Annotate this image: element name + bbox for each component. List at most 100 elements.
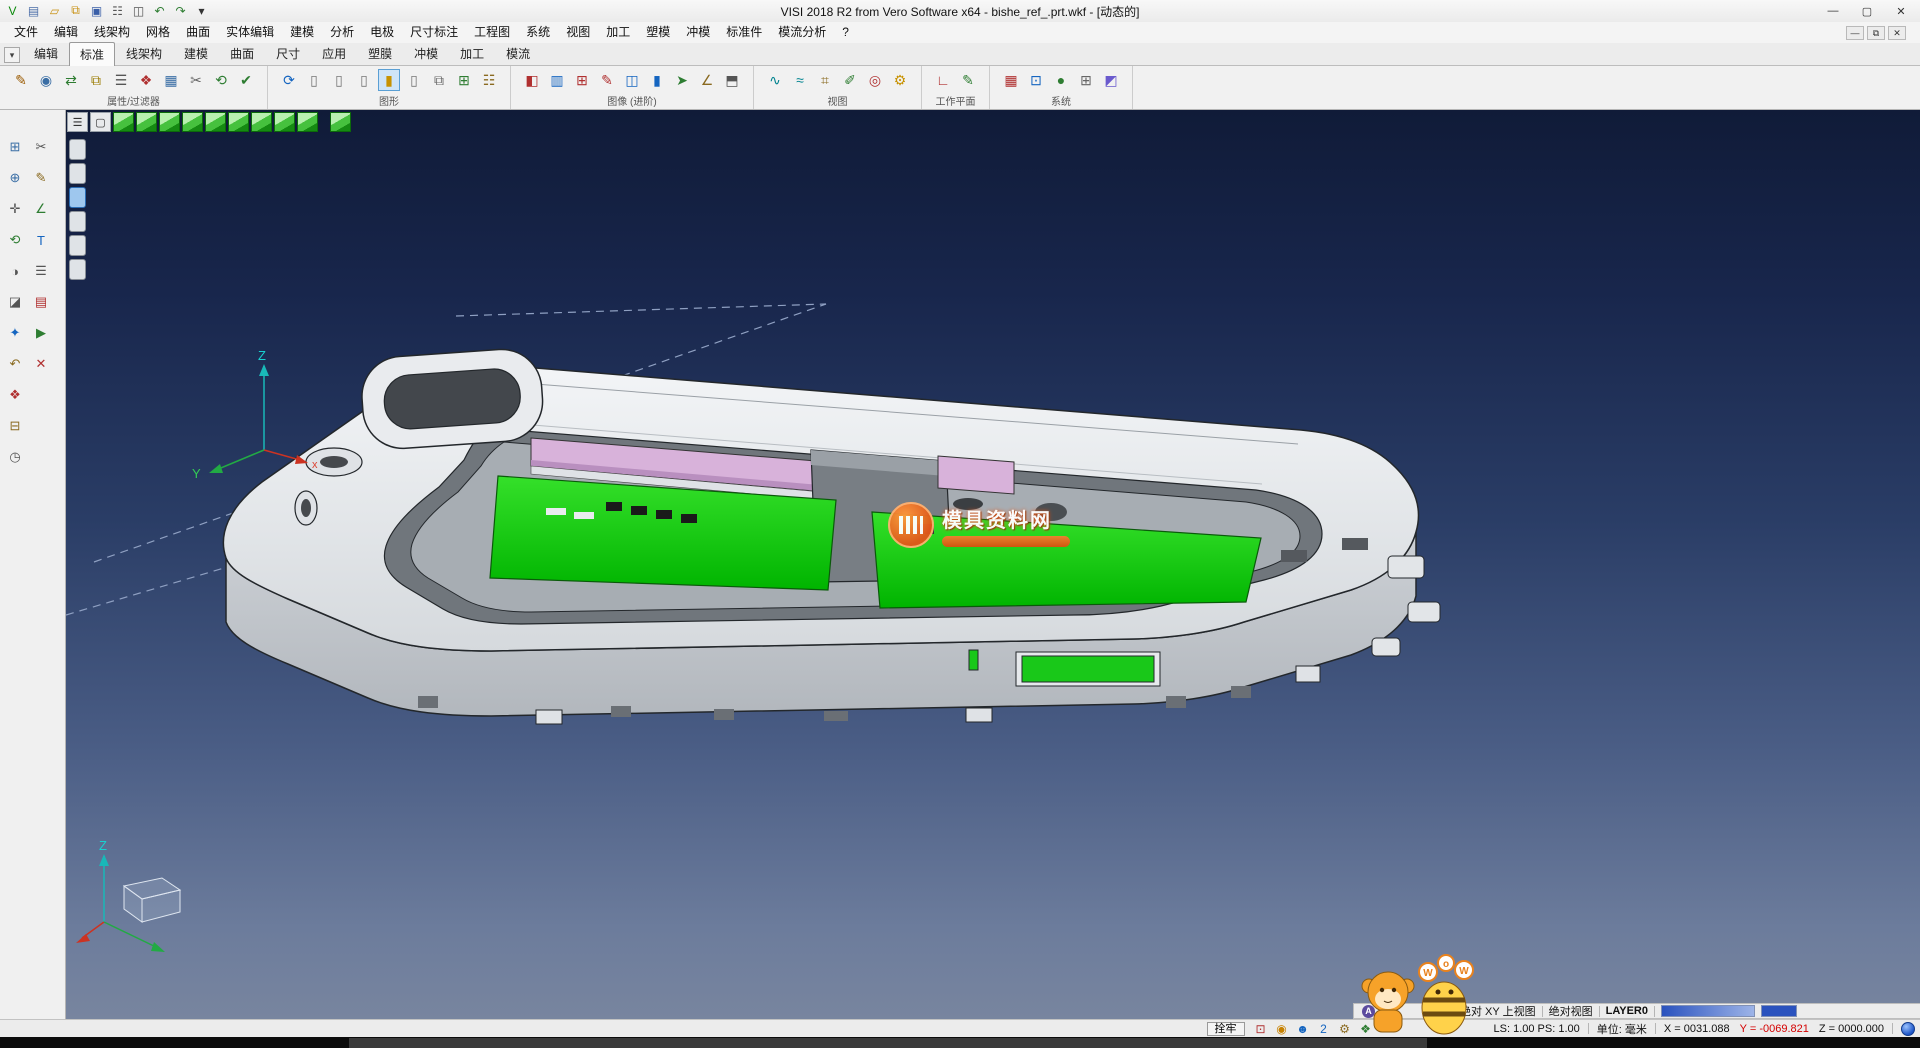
- stored-view-card-3[interactable]: [69, 187, 86, 208]
- view-dynamic-icon[interactable]: [330, 112, 351, 132]
- surface-column-icon[interactable]: ▯: [353, 69, 375, 91]
- view-sketch-icon[interactable]: ✐: [839, 69, 861, 91]
- view-target-icon[interactable]: ◎: [864, 69, 886, 91]
- solid-column-icon[interactable]: ▮: [378, 69, 400, 91]
- mdi-close-button[interactable]: ✕: [1888, 26, 1906, 40]
- angle-icon[interactable]: ∠: [30, 198, 52, 220]
- menu-item[interactable]: 冲模: [678, 22, 718, 43]
- attribute-edit-icon[interactable]: ✎: [10, 69, 32, 91]
- tab-dimension[interactable]: 尺寸: [265, 41, 311, 65]
- shaded-mode-icon[interactable]: ◑: [4, 260, 26, 282]
- apply-filter-icon[interactable]: ✔: [235, 69, 257, 91]
- stored-view-card-2[interactable]: [69, 163, 86, 184]
- swatches-icon[interactable]: ▤: [30, 291, 52, 313]
- view-front-icon[interactable]: [159, 112, 180, 132]
- color-filter-icon[interactable]: ❖: [135, 69, 157, 91]
- layer-measure-icon[interactable]: ∠: [696, 69, 718, 91]
- workplane-edit-icon[interactable]: ✎: [957, 69, 979, 91]
- mdi-minimize-button[interactable]: —: [1846, 26, 1864, 40]
- status-settings-icon[interactable]: ⚙: [1337, 1021, 1353, 1036]
- group-add-icon[interactable]: ⊞: [453, 69, 475, 91]
- system-monitor-icon[interactable]: ⊡: [1025, 69, 1047, 91]
- layer-grid-icon[interactable]: ⊞: [571, 69, 593, 91]
- wireframe-column-icon[interactable]: ▯: [328, 69, 350, 91]
- layer-single-icon[interactable]: ▮: [646, 69, 668, 91]
- status-help-icon[interactable]: 2: [1316, 1021, 1332, 1036]
- taskbar-window-segment[interactable]: [349, 1038, 1427, 1048]
- layer-edit-icon[interactable]: ✎: [596, 69, 618, 91]
- attribute-swap-icon[interactable]: ⇄: [60, 69, 82, 91]
- snap-lock-button[interactable]: 拴牢: [1207, 1022, 1245, 1036]
- menu-item[interactable]: 视图: [558, 22, 598, 43]
- menu-item[interactable]: 工程图: [466, 22, 518, 43]
- os-taskbar[interactable]: [0, 1037, 1920, 1048]
- menu-item[interactable]: 文件: [6, 22, 46, 43]
- maximize-button[interactable]: ▢: [1850, 0, 1884, 22]
- active-layer-label[interactable]: LAYER0: [1606, 1005, 1648, 1017]
- view-iso-icon[interactable]: [113, 112, 134, 132]
- status-cube-icon[interactable]: ❖: [1358, 1021, 1374, 1036]
- system-palette-icon[interactable]: ▦: [1000, 69, 1022, 91]
- view-plane-icon[interactable]: ⌗: [814, 69, 836, 91]
- filter-list-icon[interactable]: ☰: [110, 69, 132, 91]
- menu-item[interactable]: 实体编辑: [218, 22, 282, 43]
- layer-pair-icon[interactable]: ◧: [521, 69, 543, 91]
- layer-box-icon[interactable]: ⬒: [721, 69, 743, 91]
- view-left-icon[interactable]: [205, 112, 226, 132]
- menu-item[interactable]: 线架构: [86, 22, 138, 43]
- text-icon[interactable]: T: [30, 229, 52, 251]
- stored-view-card-1[interactable]: [69, 139, 86, 160]
- search-icon[interactable]: [1381, 1005, 1394, 1018]
- tab-modeling[interactable]: 建模: [173, 41, 219, 65]
- status-users-icon[interactable]: ☻: [1295, 1021, 1311, 1036]
- layer-color-swatch[interactable]: [1661, 1005, 1755, 1017]
- phone-housing-model[interactable]: [223, 347, 1440, 724]
- layer-columns-icon[interactable]: ▥: [546, 69, 568, 91]
- system-render-icon[interactable]: ●: [1050, 69, 1072, 91]
- layer-move-icon[interactable]: ➤: [671, 69, 693, 91]
- status-capture-icon[interactable]: ◉: [1274, 1021, 1290, 1036]
- view-options-icon[interactable]: ⚙: [889, 69, 911, 91]
- mesh-column-icon[interactable]: ▯: [403, 69, 425, 91]
- tab-machining[interactable]: 加工: [449, 41, 495, 65]
- menu-item[interactable]: 尺寸标注: [402, 22, 466, 43]
- view-orientation-label[interactable]: 绝对 XY 上视图: [1460, 1003, 1536, 1019]
- menu-item[interactable]: 曲面: [178, 22, 218, 43]
- tab-apply[interactable]: 应用: [311, 41, 357, 65]
- view-iso-ne-icon[interactable]: [274, 112, 295, 132]
- stored-view-card-6[interactable]: [69, 259, 86, 280]
- layers-icon[interactable]: ☰: [30, 260, 52, 282]
- tab-die[interactable]: 冲模: [403, 41, 449, 65]
- menu-item[interactable]: 模流分析: [770, 22, 834, 43]
- zoom-in-icon[interactable]: ⊕: [4, 167, 26, 189]
- tab-mold[interactable]: 塑膜: [357, 41, 403, 65]
- view-iso-sw-icon[interactable]: [297, 112, 318, 132]
- menu-item[interactable]: 建模: [282, 22, 322, 43]
- status-display-icon[interactable]: ⊡: [1253, 1021, 1269, 1036]
- reset-filter-icon[interactable]: ⟲: [210, 69, 232, 91]
- menu-item[interactable]: 网格: [138, 22, 178, 43]
- type-filter-icon[interactable]: ▦: [160, 69, 182, 91]
- view-bottom-icon[interactable]: [251, 112, 272, 132]
- rotate-view-icon[interactable]: ⟲: [4, 229, 26, 251]
- stored-view-card-4[interactable]: [69, 211, 86, 232]
- close-button[interactable]: ✕: [1884, 0, 1918, 22]
- pen-color-swatch[interactable]: [1761, 1005, 1797, 1017]
- workplane-axes-icon[interactable]: ∟: [932, 69, 954, 91]
- shading-icon[interactable]: ∿: [764, 69, 786, 91]
- menu-item[interactable]: ?: [834, 22, 857, 43]
- menu-item[interactable]: 电极: [362, 22, 402, 43]
- view-top-icon[interactable]: [136, 112, 157, 132]
- menu-item[interactable]: 系统: [518, 22, 558, 43]
- menu-item[interactable]: 塑模: [638, 22, 678, 43]
- mdi-restore-button[interactable]: ⧉: [1867, 26, 1885, 40]
- geometry-column-icon[interactable]: ▯: [303, 69, 325, 91]
- view-right-icon[interactable]: [228, 112, 249, 132]
- network-globe-icon[interactable]: [1901, 1022, 1915, 1036]
- quick-filter-icon[interactable]: ✂: [185, 69, 207, 91]
- view-mode-label[interactable]: 绝对视图: [1549, 1003, 1593, 1019]
- attribute-view-icon[interactable]: ◉: [35, 69, 57, 91]
- menu-item[interactable]: 标准件: [718, 22, 770, 43]
- tab-surface[interactable]: 曲面: [219, 41, 265, 65]
- palette-icon[interactable]: ❖: [4, 384, 26, 406]
